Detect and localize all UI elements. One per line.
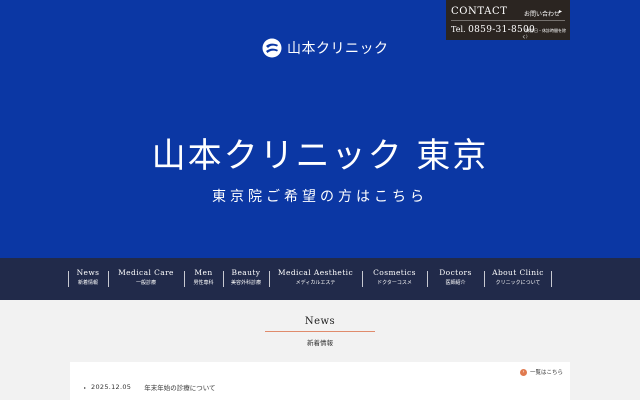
nav-item-label: Men [194,268,213,277]
news-section-title: News [304,316,336,327]
nav-item-doctors[interactable]: Doctors 医師紹介 [427,268,484,290]
hero-title: 山本クリニック 東京 [151,136,489,176]
view-all-link[interactable]: › 一覧はこちら [519,368,563,376]
arrow-circle-icon: › [519,368,527,376]
logo-text: 山本クリニック [287,41,389,57]
news-headline: 年末年始の診療について [144,384,216,392]
contact-inquiry-link[interactable]: お問い合わせ [524,9,560,18]
news-title-rule [265,331,375,332]
nav-item-men[interactable]: Men 男性専科 [184,268,223,290]
news-date: 2025.12.05 [91,383,132,391]
news-section-subtitle: 新着情報 [307,339,333,347]
contact-note: （休診日・休診時間を除く） [522,28,566,39]
nav-item-label: Beauty [231,268,261,277]
nav-item-label: Medical Aesthetic [277,268,354,277]
nav-item-about-clinic[interactable]: About Clinic クリニックについて [484,268,552,290]
view-all-label: 一覧はこちら [529,370,563,376]
clinic-logo[interactable]: 山本クリニック [262,36,389,60]
nav-item-sublabel: 美容外科診療 [230,280,261,286]
nav-item-sublabel: メディカルエステ [295,280,336,286]
nav-item-label: Medical Care [118,268,174,277]
nav-item-beauty[interactable]: Beauty 美容外科診療 [223,268,269,290]
nav-item-sublabel: 一般診療 [135,280,156,286]
nav-item-sublabel: 男性専科 [193,280,214,286]
nav-item-label: Cosmetics [373,268,416,277]
nav-list: News 新着情報 Medical Care 一般診療 Men 男性専科 Bea… [68,268,552,290]
nav-item-label: News [76,268,100,277]
nav-item-medical-care[interactable]: Medical Care 一般診療 [108,268,184,290]
nav-item-cosmetics[interactable]: Cosmetics ドクターコスメ [362,268,427,290]
nav-item-label: About Clinic [492,268,544,277]
main-navigation: News 新着情報 Medical Care 一般診療 Men 男性専科 Bea… [0,258,640,300]
bullet-icon: ▸ [84,384,87,390]
contact-label: CONTACT [451,6,508,17]
chevron-right-icon: ▸ [559,8,563,15]
nav-item-news[interactable]: News 新着情報 [68,268,108,290]
nav-item-label: Doctors [439,268,472,277]
hero-subtitle-link[interactable]: 東京院ご希望の方はこちら [0,186,640,206]
clinic-logo-mark-icon [262,38,282,58]
contact-divider [451,20,565,21]
nav-item-sublabel: 新着情報 [77,280,98,286]
nav-item-medical-aesthetic[interactable]: Medical Aesthetic メディカルエステ [269,268,362,290]
tel-prefix: Tel. [451,25,466,34]
news-list-item[interactable]: ▸ 2025.12.05 年末年始の診療について [84,382,216,392]
nav-item-sublabel: クリニックについて [495,280,541,286]
nav-item-sublabel: 医師紹介 [445,280,466,286]
contact-box[interactable]: CONTACT お問い合わせ ▸ Tel. 0859-31-8500 （休診日・… [446,0,570,40]
news-panel: › 一覧はこちら ▸ 2025.12.05 年末年始の診療について [70,362,570,400]
nav-item-sublabel: ドクターコスメ [377,280,412,286]
